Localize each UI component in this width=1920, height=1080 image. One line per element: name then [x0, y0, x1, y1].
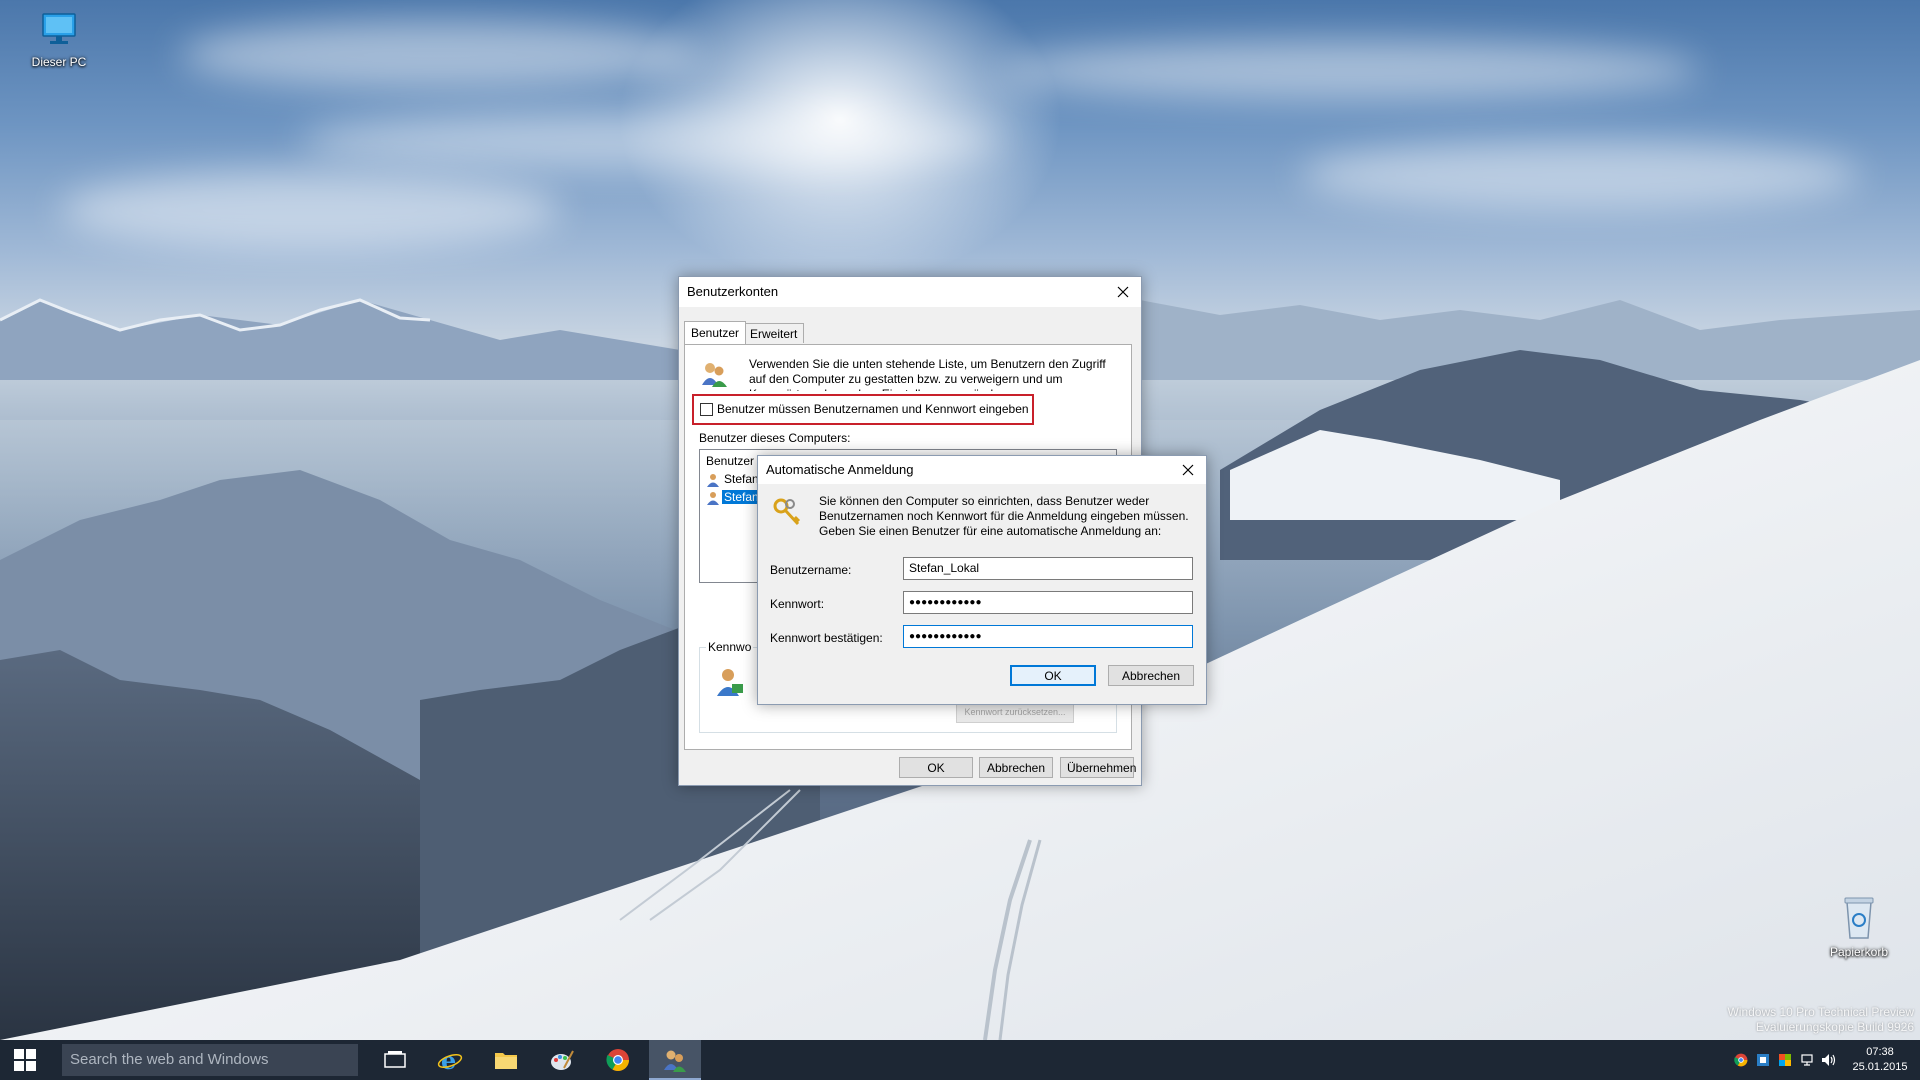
users-icon: [699, 359, 729, 392]
require-password-checkbox[interactable]: [700, 403, 713, 416]
close-icon: [1182, 464, 1194, 476]
tray-network[interactable]: [1796, 1040, 1818, 1080]
password-input[interactable]: ●●●●●●●●●●●●: [903, 591, 1193, 614]
speaker-icon: [1822, 1054, 1836, 1066]
apply-button[interactable]: Übernehmen: [1060, 757, 1136, 778]
users-list-label: Benutzer dieses Computers:: [699, 431, 851, 445]
clock-time: 07:38: [1866, 1046, 1894, 1058]
taskbar-task-view[interactable]: [369, 1040, 421, 1080]
taskbar-internet-explorer[interactable]: e: [424, 1040, 476, 1080]
chrome-icon: [1734, 1053, 1748, 1067]
tray-volume[interactable]: [1818, 1040, 1840, 1080]
user-accounts-icon: [664, 1050, 686, 1072]
dialog-title: Automatische Anmeldung: [766, 462, 914, 477]
keys-icon: [770, 496, 804, 533]
system-tray: 07:38 25.01.2015: [1730, 1040, 1920, 1080]
taskbar-paint[interactable]: [536, 1040, 588, 1080]
tab-benutzer[interactable]: Benutzer: [684, 321, 747, 344]
desktop-icon-dieser-pc[interactable]: Dieser PC: [14, 10, 104, 69]
taskbar: Search the web and Windows e 07:38 25.01…: [0, 1040, 1920, 1080]
tray-action-center[interactable]: [1774, 1040, 1796, 1080]
description-text: Sie können den Computer so einrichten, d…: [819, 494, 1189, 538]
user-icon: [707, 492, 719, 505]
svg-text:e: e: [441, 1047, 456, 1073]
user-icon: [707, 474, 719, 487]
recycle-bin-icon: [1814, 894, 1904, 943]
title-bar: Benutzerkonten: [679, 277, 1141, 307]
close-button[interactable]: [1105, 277, 1141, 307]
taskbar-chrome[interactable]: [592, 1040, 644, 1080]
tray-chrome[interactable]: [1730, 1040, 1752, 1080]
password-label: Kennwort:: [770, 597, 825, 611]
list-item-selected[interactable]: Stefan: [704, 490, 764, 507]
confirm-password-label: Kennwort bestätigen:: [770, 631, 883, 645]
tray-app[interactable]: [1752, 1040, 1774, 1080]
watermark-line-2: Evaluierungskopie Build 9926: [1755, 1020, 1914, 1034]
clock-date: 25.01.2015: [1852, 1061, 1908, 1073]
tab-erweitert[interactable]: Erweitert: [743, 323, 805, 343]
computer-icon: [14, 10, 104, 53]
dialog-title: Benutzerkonten: [687, 284, 779, 299]
internet-explorer-icon: e: [437, 1047, 463, 1073]
windows-logo-icon: [14, 1049, 36, 1071]
username-input[interactable]: Stefan_Lokal: [903, 557, 1193, 580]
desktop-icon-papierkorb[interactable]: Papierkorb: [1814, 894, 1904, 959]
user-name: Stefan: [724, 472, 759, 486]
desktop-icon-label: Papierkorb: [1829, 945, 1889, 959]
flag-icon: [1779, 1054, 1791, 1066]
password-user-icon: [714, 666, 746, 701]
description-text: Verwenden Sie die unten stehende Liste, …: [749, 357, 1106, 391]
task-view-icon: [384, 1051, 406, 1068]
ok-button[interactable]: OK: [1010, 665, 1096, 686]
list-header[interactable]: Benutzer: [706, 454, 754, 468]
network-icon: [1801, 1054, 1813, 1066]
clock[interactable]: 07:38 25.01.2015: [1840, 1045, 1920, 1075]
chrome-icon: [606, 1049, 629, 1071]
close-icon: [1117, 286, 1129, 298]
watermark-line-1: Windows 10 Pro Technical Preview: [1727, 1005, 1914, 1019]
user-name: Stefan: [722, 490, 761, 504]
ok-button[interactable]: OK: [899, 757, 973, 778]
cancel-button[interactable]: Abbrechen: [979, 757, 1053, 778]
taskbar-file-explorer[interactable]: [480, 1040, 532, 1080]
cancel-button[interactable]: Abbrechen: [1108, 665, 1194, 686]
start-button[interactable]: [0, 1040, 50, 1080]
require-password-label: Benutzer müssen Benutzernamen und Kennwo…: [717, 402, 1029, 416]
windows-watermark: Windows 10 Pro Technical Preview Evaluie…: [1727, 1005, 1914, 1035]
password-group-title: Kennwo: [706, 640, 754, 654]
search-input[interactable]: Search the web and Windows: [62, 1044, 358, 1076]
username-label: Benutzername:: [770, 563, 852, 577]
automatische-anmeldung-dialog: Automatische Anmeldung Sie können den Co…: [757, 455, 1207, 705]
taskbar-user-accounts[interactable]: [649, 1040, 701, 1080]
app-tray-icon: [1757, 1054, 1769, 1066]
title-bar: Automatische Anmeldung: [758, 456, 1206, 484]
confirm-password-input[interactable]: ●●●●●●●●●●●●: [903, 625, 1193, 648]
close-button[interactable]: [1170, 456, 1206, 484]
reset-password-button[interactable]: Kennwort zurücksetzen...: [956, 702, 1074, 723]
folder-icon: [495, 1053, 517, 1069]
paint-icon: [551, 1050, 574, 1070]
desktop-icon-label: Dieser PC: [31, 55, 87, 69]
